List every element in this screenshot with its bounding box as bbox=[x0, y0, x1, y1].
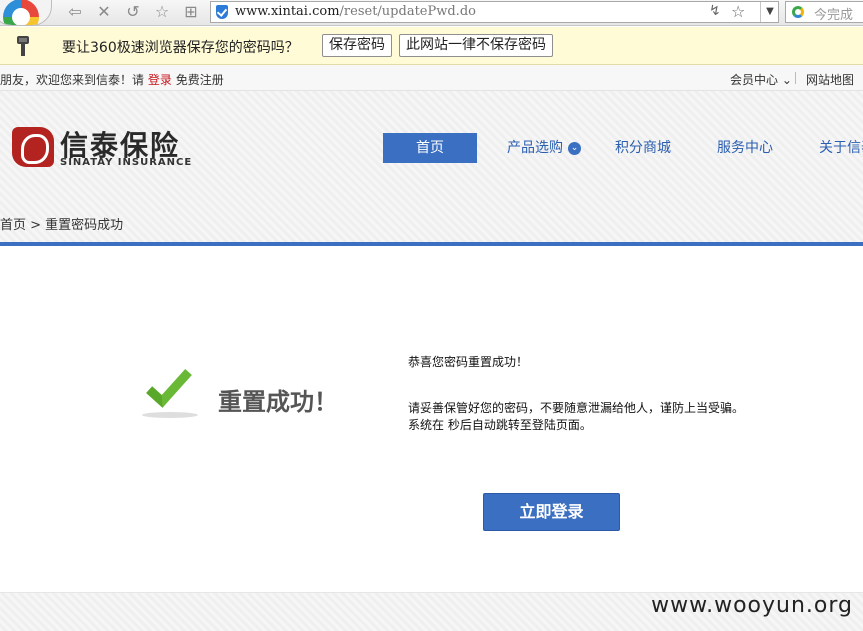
search-box[interactable]: 今完成 bbox=[785, 1, 863, 23]
login-link[interactable]: 登录 bbox=[148, 73, 172, 87]
member-center-label: 会员中心 bbox=[730, 73, 779, 87]
close-icon[interactable]: ✕ bbox=[93, 2, 115, 22]
search-placeholder: 今完成 bbox=[814, 8, 854, 23]
divider bbox=[795, 72, 796, 84]
save-password-bar: 要让360极速浏览器保存您的密码吗？ 保存密码 此网站一律不保存密码 bbox=[0, 27, 863, 65]
brand-logo-icon[interactable] bbox=[12, 127, 54, 167]
login-now-button[interactable]: 立即登录 bbox=[483, 493, 620, 531]
shield-icon bbox=[216, 5, 228, 19]
checkmark-icon bbox=[140, 360, 198, 420]
bolt-icon[interactable]: ↯ bbox=[709, 3, 721, 19]
undo-icon[interactable]: ↺ bbox=[122, 2, 144, 22]
url-host: www.xintai.com bbox=[235, 4, 340, 19]
main-content: 重置成功！ 恭喜您密码重置成功！ 请妥善保管好您的密码，不要随意泄漏给他人，谨防… bbox=[0, 246, 863, 592]
brand-name-en: SINATAY INSURANCE bbox=[60, 157, 193, 168]
footer: www.wooyun.org bbox=[0, 592, 863, 631]
grid-icon[interactable]: ⊞ bbox=[180, 2, 202, 22]
browser-logo-icon[interactable] bbox=[0, 0, 52, 26]
browser-toolbar: ⇦ ✕ ↺ ☆ ⊞ www.xintai.com/reset/updatePwd… bbox=[0, 0, 863, 26]
nav-item-points-mall[interactable]: 积分商城 bbox=[615, 133, 671, 163]
sitemap-link[interactable]: 网站地图 bbox=[806, 71, 854, 88]
favorite-icon[interactable]: ☆ bbox=[151, 2, 173, 22]
security-notice: 请妥善保管好您的密码，不要随意泄漏给他人，谨防上当受骗。 bbox=[408, 401, 745, 415]
site-topbar: 朋友，欢迎您来到信泰！请 登录 免费注册 会员中心 ⌄ 网站地图 bbox=[0, 65, 863, 91]
star-icon[interactable]: ☆ bbox=[731, 2, 745, 21]
save-password-button[interactable]: 保存密码 bbox=[322, 34, 392, 57]
url-text[interactable]: www.xintai.com/reset/updatePwd.do bbox=[235, 4, 476, 19]
register-link[interactable]: 免费注册 bbox=[176, 73, 224, 87]
breadcrumb[interactable]: 首页 > 重置密码成功 bbox=[0, 214, 123, 233]
site-header: 信泰保险 SINATAY INSURANCE 首页 产品选购 ⌄ 积分商城 服务中… bbox=[0, 91, 863, 242]
nav-item-about[interactable]: 关于信泰 bbox=[819, 133, 863, 163]
chevron-down-icon: ⌄ bbox=[778, 73, 792, 87]
back-icon[interactable]: ⇦ bbox=[64, 2, 86, 22]
redirect-notice: 系统在 秒后自动跳转至登陆页面。 bbox=[408, 418, 592, 432]
url-path: /reset/updatePwd.do bbox=[339, 4, 476, 19]
dropdown-icon[interactable]: ▼ bbox=[760, 2, 779, 22]
chevron-down-icon: ⌄ bbox=[568, 141, 581, 155]
nav-item-home[interactable]: 首页 bbox=[383, 133, 477, 163]
welcome-prefix: 朋友，欢迎您来到信泰！请 bbox=[0, 73, 145, 87]
nav-products-label: 产品选购 bbox=[507, 140, 563, 156]
address-bar[interactable]: www.xintai.com/reset/updatePwd.do ↯ ☆ ▼ bbox=[210, 1, 779, 23]
welcome-text: 朋友，欢迎您来到信泰！请 登录 免费注册 bbox=[0, 71, 224, 88]
watermark: www.wooyun.org bbox=[651, 593, 853, 618]
save-password-message: 要让360极速浏览器保存您的密码吗？ bbox=[62, 40, 299, 56]
nav-item-service[interactable]: 服务中心 bbox=[717, 133, 773, 163]
success-message: 恭喜您密码重置成功！ bbox=[408, 355, 529, 369]
never-save-button[interactable]: 此网站一律不保存密码 bbox=[399, 34, 553, 57]
search-icon bbox=[792, 6, 804, 18]
nav-item-products[interactable]: 产品选购 ⌄ bbox=[507, 133, 581, 163]
key-icon bbox=[16, 36, 30, 56]
member-center-menu[interactable]: 会员中心 ⌄ bbox=[730, 71, 792, 88]
success-title: 重置成功！ bbox=[218, 388, 338, 416]
